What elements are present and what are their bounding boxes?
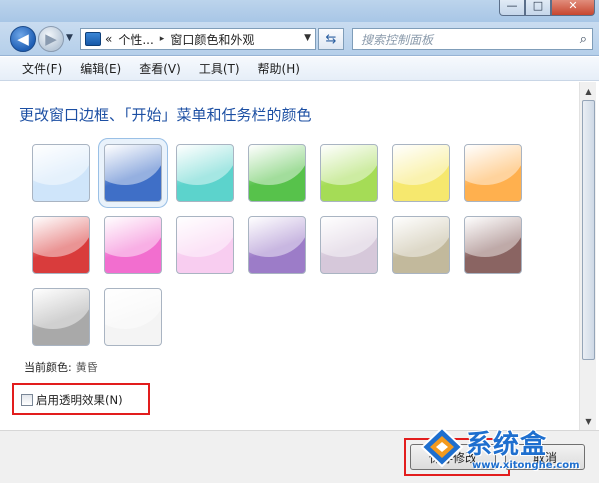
current-color-label: 当前颜色: <box>24 361 72 374</box>
close-button[interactable]: ✕ <box>551 0 595 16</box>
menu-file[interactable]: 文件(F) <box>22 60 62 77</box>
minimize-button[interactable]: — <box>499 0 525 16</box>
arrow-left-icon: ◀ <box>17 30 29 48</box>
color-swatch[interactable] <box>32 288 90 346</box>
menu-tools[interactable]: 工具(T) <box>199 60 240 77</box>
transparency-checkbox[interactable] <box>21 394 33 406</box>
color-swatch[interactable] <box>464 216 522 274</box>
color-swatch[interactable] <box>104 216 162 274</box>
navigation-bar: ◀ ▶ ▼ « 个性... ▸ 窗口颜色和外观 ▼ ⇆ 搜索控制面板 ⌕ <box>0 22 599 56</box>
control-panel-icon <box>85 32 101 46</box>
back-button[interactable]: ◀ <box>10 26 36 52</box>
transparency-label[interactable]: 启用透明效果(N) <box>36 392 123 408</box>
color-swatch[interactable] <box>320 216 378 274</box>
breadcrumb-window-color[interactable]: 窗口颜色和外观 <box>170 31 254 48</box>
content-pane: 更改窗口边框、「开始」菜单和任务栏的颜色 当前颜色: 黄昏 启用透明效果(N) <box>0 82 580 430</box>
scroll-up-icon[interactable]: ▲ <box>581 83 596 99</box>
forward-button[interactable]: ▶ <box>38 26 64 52</box>
window-controls: — □ ✕ <box>499 0 595 16</box>
breadcrumb-personalization[interactable]: 个性... <box>118 31 153 48</box>
scroll-down-icon[interactable]: ▼ <box>581 413 596 429</box>
menu-help[interactable]: 帮助(H) <box>258 60 300 77</box>
address-bar[interactable]: « 个性... ▸ 窗口颜色和外观 ▼ <box>80 28 316 50</box>
refresh-icon: ⇆ <box>325 31 337 47</box>
color-swatch[interactable] <box>104 288 162 346</box>
arrow-right-icon: ▶ <box>45 30 57 48</box>
color-swatch[interactable] <box>176 144 234 202</box>
recent-pages-dropdown[interactable]: ▼ <box>66 33 73 43</box>
vertical-scrollbar[interactable]: ▲ ▼ <box>579 82 596 430</box>
color-swatch[interactable] <box>392 144 450 202</box>
address-overflow[interactable]: « <box>105 32 112 46</box>
color-swatch[interactable] <box>392 216 450 274</box>
title-bar: — □ ✕ <box>0 0 599 22</box>
color-swatch[interactable] <box>32 144 90 202</box>
menu-edit[interactable]: 编辑(E) <box>80 60 121 77</box>
button-bar: 保存修改 取消 <box>0 430 599 483</box>
search-input[interactable]: 搜索控制面板 <box>361 31 433 48</box>
menu-bar: 文件(F) 编辑(E) 查看(V) 工具(T) 帮助(H) <box>0 57 599 81</box>
current-color-value: 黄昏 <box>75 361 98 374</box>
scroll-thumb[interactable] <box>582 100 595 360</box>
color-swatch[interactable] <box>104 144 162 202</box>
color-swatch[interactable] <box>248 144 306 202</box>
search-box[interactable]: 搜索控制面板 ⌕ <box>352 28 593 50</box>
menu-view[interactable]: 查看(V) <box>139 60 181 77</box>
color-swatch[interactable] <box>248 216 306 274</box>
search-icon[interactable]: ⌕ <box>580 32 587 47</box>
color-swatch[interactable] <box>176 216 234 274</box>
address-dropdown-icon[interactable]: ▼ <box>304 33 311 43</box>
cancel-button[interactable]: 取消 <box>505 444 585 470</box>
maximize-button[interactable]: □ <box>525 0 551 16</box>
page-title: 更改窗口边框、「开始」菜单和任务栏的颜色 <box>19 106 312 124</box>
color-swatch[interactable] <box>464 144 522 202</box>
color-swatch[interactable] <box>320 144 378 202</box>
transparency-highlight: 启用透明效果(N) <box>12 383 150 415</box>
refresh-button[interactable]: ⇆ <box>318 28 344 50</box>
save-changes-button[interactable]: 保存修改 <box>410 444 496 470</box>
current-color: 当前颜色: 黄昏 <box>24 359 98 375</box>
color-swatch[interactable] <box>32 216 90 274</box>
breadcrumb-separator-icon[interactable]: ▸ <box>160 34 165 44</box>
